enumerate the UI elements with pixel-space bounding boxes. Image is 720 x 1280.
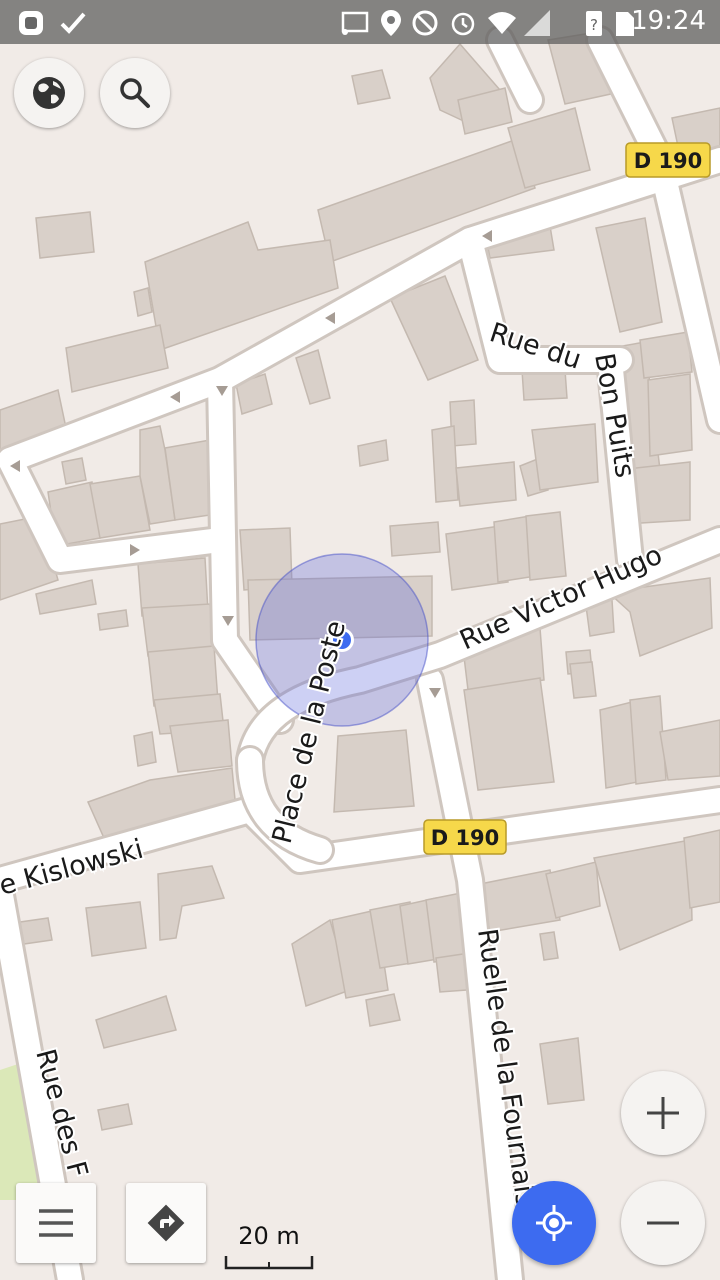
alarm-icon: [451, 12, 475, 36]
menu-button[interactable]: [16, 1183, 96, 1263]
map-layers-button[interactable]: [14, 58, 84, 128]
svg-text:D 190: D 190: [431, 826, 500, 850]
crosshair-icon: [536, 1205, 572, 1241]
status-bar: ? 19:24: [0, 0, 720, 44]
plus-icon: [647, 1097, 679, 1129]
minus-icon: [647, 1221, 679, 1225]
route-shield-d190-top: D 190: [625, 142, 711, 178]
cast-icon: [341, 11, 369, 35]
status-time: 19:24: [631, 6, 706, 36]
hamburger-icon: [39, 1209, 73, 1237]
directions-button[interactable]: [126, 1183, 206, 1263]
directions-icon: [147, 1204, 185, 1242]
cell-signal-icon: [524, 10, 550, 36]
scale-ruler: [224, 1256, 314, 1270]
search-icon: [120, 78, 150, 108]
scale-bar: 20 m: [224, 1222, 314, 1272]
android-icon: [19, 11, 43, 35]
route-shield-d190-middle: D 190: [423, 819, 507, 855]
zoom-out-button[interactable]: [621, 1181, 705, 1265]
globe-icon: [33, 77, 65, 109]
search-button[interactable]: [100, 58, 170, 128]
do-not-disturb-icon: [412, 10, 438, 36]
check-notification-icon: [60, 12, 86, 34]
my-location-button[interactable]: [512, 1181, 596, 1265]
battery-unknown-icon: ?: [586, 11, 602, 36]
svg-text:?: ?: [590, 16, 598, 34]
zoom-in-button[interactable]: [621, 1071, 705, 1155]
map-canvas[interactable]: Rue Victor Hugo Place de la Poste Rue du…: [0, 0, 720, 1280]
svg-text:D 190: D 190: [634, 149, 703, 173]
wifi-icon: [488, 12, 516, 34]
location-pin-icon: [381, 10, 401, 36]
scale-label: 20 m: [238, 1222, 300, 1250]
